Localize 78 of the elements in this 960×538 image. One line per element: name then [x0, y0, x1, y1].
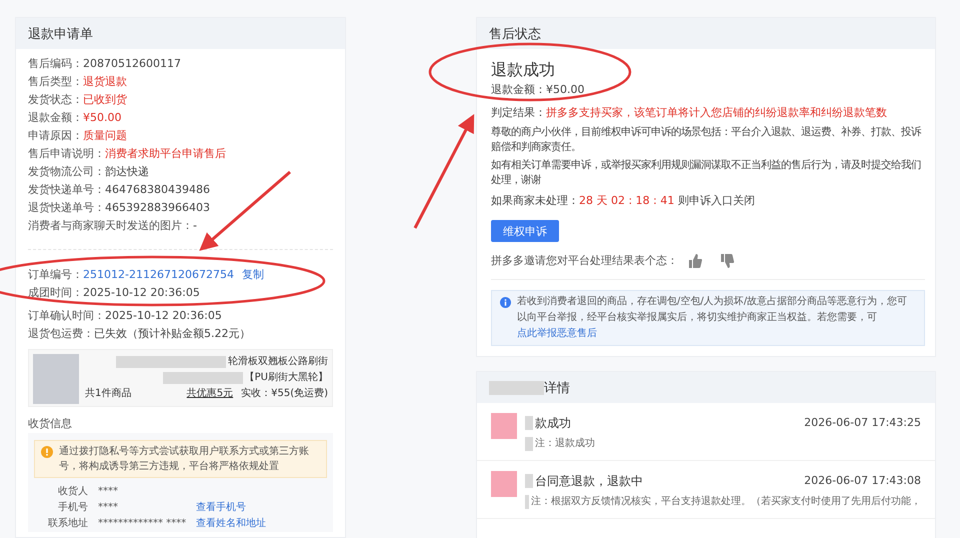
field-value: ¥50.00 [83, 110, 122, 126]
field-value: ************* **** [98, 517, 186, 531]
card-title: 详情 [544, 380, 570, 396]
product-photo-placeholder [33, 354, 79, 404]
item-count: 共1件商品 [85, 386, 132, 401]
field-label: 售后类型： [28, 74, 83, 90]
field-value: 已收到货 [83, 92, 127, 108]
field-label: 联系地址 [47, 516, 88, 531]
field-label: 发货物流公司： [28, 164, 105, 180]
blurred-avatar [491, 413, 517, 439]
entry-time: 2026-06-07 17:43:08 [804, 473, 921, 489]
field-value: **** [98, 501, 119, 515]
field-label: 退货快递单号： [28, 200, 105, 216]
field-value: **** [98, 485, 119, 499]
view-link[interactable]: 查看姓名和地址 [196, 516, 266, 532]
product-variant: 【PU刷街大黑轮】 [244, 370, 328, 385]
notice-paragraph: 如有相关订单需要申诉，或举报买家利用规则漏洞谋取不正当利益的售后行为，请及时提交给我们处理，谢谢 [491, 158, 922, 188]
card-title: 售后状态 [477, 18, 935, 49]
field-value: 消费者求助平台申请售后 [105, 146, 226, 162]
field-label: 成团时间： [28, 285, 83, 301]
info-text: 若收到消费者退回的商品，存在调包/空包/人为损坏/故意占据部分商品等恶意行为，您可以向平台举报，经平台核实举报属实后，将切实维护商家正当权益。若您需要，可 点此举报恶意售后 [517, 294, 908, 341]
blurred-block [525, 416, 533, 430]
warning-text: 通过拨打隐私号等方式尝试获取用户联系方式或第三方账号，将构成诱导第三方违规，平台将严格依规处置 [59, 444, 310, 474]
entry-time: 2026-06-07 17:43:25 [804, 415, 921, 431]
blurred-block [489, 380, 544, 394]
section-title: 收货信息 [28, 416, 73, 432]
entry-note: 注：退款成功 [535, 436, 595, 451]
entry-title: 款成功 [535, 415, 571, 432]
info-icon [500, 297, 511, 308]
field-value: 韵达快递 [105, 164, 149, 180]
appeal-button[interactable]: 维权申诉 [491, 220, 559, 242]
field-label: 如果商家未处理： [491, 194, 579, 207]
paid-amount: 实收：¥55(免运费) [241, 388, 328, 399]
blurred-block [525, 437, 533, 451]
warning-icon [41, 446, 53, 458]
field-label: 售后申请说明： [28, 146, 105, 162]
entry-title: 台同意退款，退款中 [535, 473, 643, 490]
field-value: 2025-10-12 20:36:05 [105, 308, 222, 324]
field-value: 质量问题 [83, 128, 127, 144]
verdict-text: 拼多多支持买家，该笔订单将计入您店铺的纠纷退款率和纠纷退款笔数 [546, 106, 887, 119]
blurred-block [525, 495, 529, 509]
countdown-note: 则申诉入口关闭 [678, 194, 755, 207]
field-label: 订单编号： [28, 267, 83, 283]
field-value: - [193, 218, 197, 234]
refund-status: 退款成功 [491, 59, 556, 81]
field-label: 判定结果： [491, 106, 546, 119]
field-label: 申请原因： [28, 128, 83, 144]
view-link[interactable]: 查看手机号 [196, 500, 266, 516]
entry-note: 注：根据双方反馈情况核实，平台支持退款处理。（若买家支付时使用了先用后付功能， [531, 494, 921, 509]
field-value: 464768380439486 [105, 182, 210, 198]
refund-amount: 退款金额：¥50.00 [491, 82, 586, 98]
field-value: 已失效（预计补贴金额5.22元） [94, 326, 250, 342]
field-label: 发货状态： [28, 92, 83, 108]
card-title: 退款申请单 [16, 18, 345, 49]
copy-link[interactable]: 复制 [242, 266, 264, 284]
thumbs-up-icon[interactable] [688, 254, 702, 268]
field-value: 465392883966403 [105, 200, 210, 216]
thumbs-down-icon[interactable] [720, 254, 734, 268]
field-label: 消费者与商家聊天时发送的图片： [28, 218, 193, 234]
field-label: 手机号 [57, 500, 88, 515]
field-label: 退款金额： [28, 110, 83, 126]
countdown-timer: 28 天 02 : 18 : 41 [579, 194, 674, 207]
field-label: 订单确认时间： [28, 308, 105, 324]
field-value: 退货退款 [83, 74, 127, 90]
field-value: 251012-211267120672754 [83, 267, 234, 283]
field-value: 2025-10-12 20:36:05 [83, 285, 200, 301]
discount-text: 共优惠5元 [186, 388, 234, 399]
notice-paragraph: 尊敬的商户小伙伴，目前维权申诉可申诉的场景包括：平台介入退款、退运费、补券、打款、投诉赔偿和判商家责任。 [491, 125, 922, 155]
field-label: 收货人 [57, 485, 88, 499]
field-label: 退货包运费： [28, 326, 94, 342]
field-label: 发货快递单号： [28, 182, 105, 198]
blurred-block [525, 474, 533, 488]
field-value: 20870512600117 [83, 56, 181, 72]
product-title: 轮滑板双翘板公路刷街 [228, 354, 328, 369]
field-label: 售后编码： [28, 56, 83, 72]
rating-prompt: 拼多多邀请您对平台处理结果表个态： [491, 253, 678, 269]
blurred-avatar [491, 471, 517, 497]
report-link[interactable]: 点此举报恶意售后 [517, 328, 597, 339]
